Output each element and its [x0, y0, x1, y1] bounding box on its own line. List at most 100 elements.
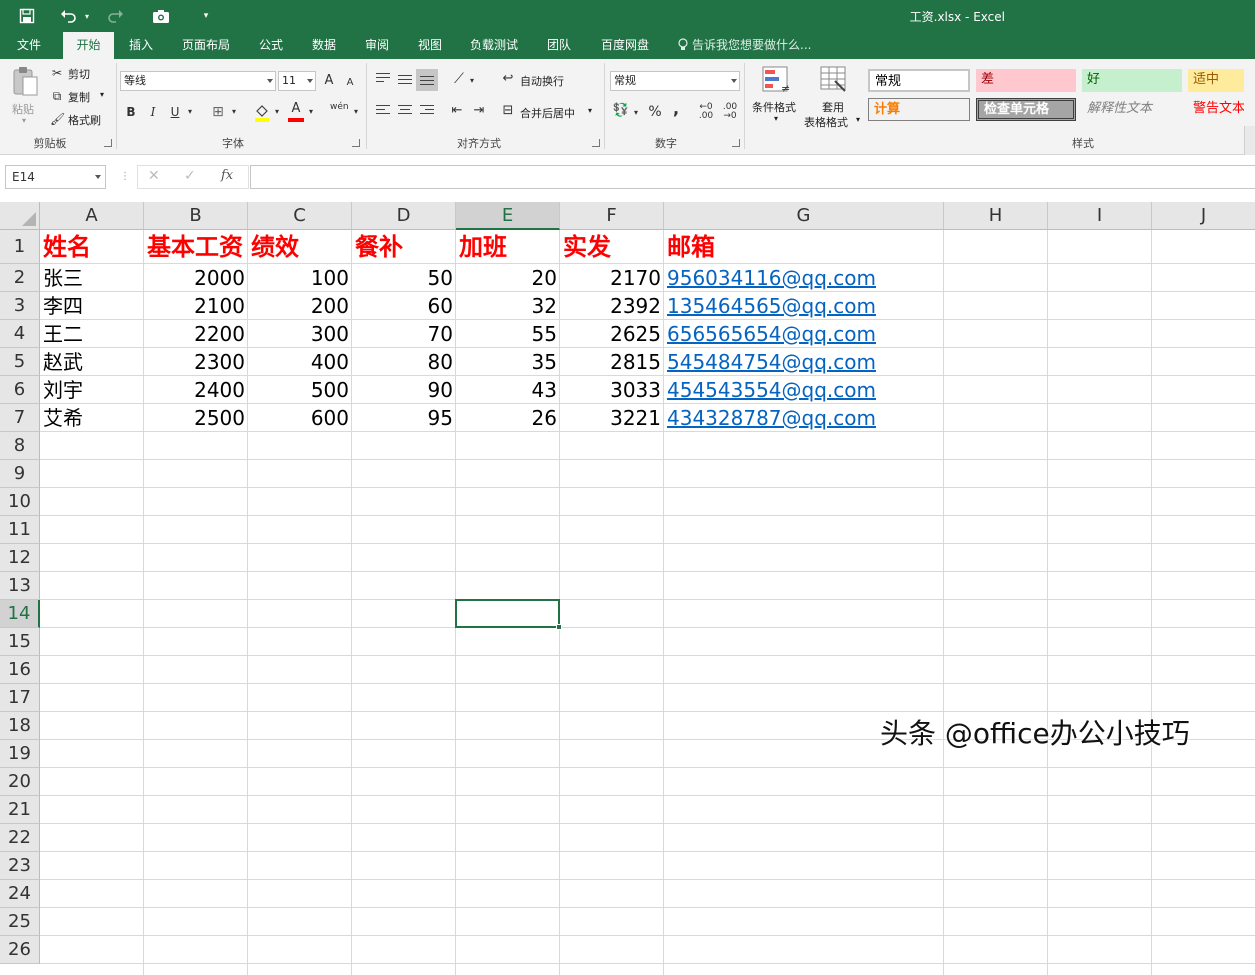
cell-ot[interactable]: 55 — [456, 320, 560, 348]
cell-header-2[interactable]: 绩效 — [248, 230, 302, 264]
row-header-15[interactable]: 15 — [0, 628, 40, 656]
cell-perf[interactable]: 300 — [248, 320, 352, 348]
cell-perf[interactable]: 100 — [248, 264, 352, 292]
row-header-24[interactable]: 24 — [0, 880, 40, 908]
column-header-d[interactable]: D — [352, 202, 456, 230]
phonetic-dropdown-icon[interactable]: ▾ — [352, 104, 360, 120]
row-header-21[interactable]: 21 — [0, 796, 40, 824]
cell-header-3[interactable]: 餐补 — [352, 230, 406, 264]
row-header-16[interactable]: 16 — [0, 656, 40, 684]
tab-page-layout[interactable]: 页面布局 — [174, 32, 238, 59]
merge-center-button[interactable]: ⊟ 合并后居中 ▾ — [500, 103, 598, 121]
number-launcher-icon[interactable] — [732, 139, 740, 147]
orientation-dropdown-icon[interactable]: ▾ — [468, 73, 476, 89]
cell-ot[interactable]: 43 — [456, 376, 560, 404]
cell-base[interactable]: 2400 — [144, 376, 248, 404]
cell-ot[interactable]: 35 — [456, 348, 560, 376]
row-header-9[interactable]: 9 — [0, 460, 40, 488]
cell-header-0[interactable]: 姓名 — [40, 230, 94, 264]
enter-icon[interactable]: ✓ — [184, 168, 196, 184]
column-header-h[interactable]: H — [944, 202, 1048, 230]
increase-indent-icon[interactable]: ⇥ — [470, 103, 488, 119]
cell-net[interactable]: 2170 — [560, 264, 664, 292]
row-header-20[interactable]: 20 — [0, 768, 40, 796]
decrease-indent-icon[interactable]: ⇤ — [448, 103, 466, 119]
wrap-text-button[interactable]: ↩ 自动换行 — [500, 71, 574, 89]
cell-meal[interactable]: 95 — [352, 404, 456, 432]
align-top-icon[interactable] — [376, 73, 390, 85]
row-header-3[interactable]: 3 — [0, 292, 40, 320]
tell-me-box[interactable]: 告诉我您想要做什么... — [678, 32, 811, 59]
row-header-10[interactable]: 10 — [0, 488, 40, 516]
worksheet-grid[interactable]: A B C D E F G H I J 1 2 3 4 5 6 7 8 9 10 11 12 13 14 15 16 17 18 19 2… — [0, 202, 1255, 975]
row-header-22[interactable]: 22 — [0, 824, 40, 852]
row-header-25[interactable]: 25 — [0, 908, 40, 936]
style-explanatory[interactable]: 解释性文本 — [1082, 98, 1182, 121]
row-header-11[interactable]: 11 — [0, 516, 40, 544]
column-header-b[interactable]: B — [144, 202, 248, 230]
borders-dropdown-icon[interactable]: ▾ — [230, 104, 238, 120]
alignment-launcher-icon[interactable] — [592, 139, 600, 147]
row-header-23[interactable]: 23 — [0, 852, 40, 880]
column-header-j[interactable]: J — [1152, 202, 1255, 230]
tab-view[interactable]: 视图 — [409, 32, 451, 59]
underline-button[interactable]: U — [168, 104, 182, 120]
cell-net[interactable]: 3221 — [560, 404, 664, 432]
insert-function-icon[interactable]: fx — [221, 168, 233, 183]
percent-button[interactable]: % — [646, 104, 664, 120]
increase-decimal-icon[interactable]: ←0.00 — [696, 103, 716, 121]
formula-input[interactable] — [250, 165, 1255, 189]
column-header-c[interactable]: C — [248, 202, 352, 230]
row-header-8[interactable]: 8 — [0, 432, 40, 460]
phonetic-button[interactable]: wén — [330, 102, 349, 112]
cell-name[interactable]: 王二 — [40, 320, 86, 348]
cell-email[interactable]: 434328787@qq.com — [664, 404, 879, 432]
font-size-combo[interactable]: 11 — [278, 71, 316, 91]
column-header-f[interactable]: F — [560, 202, 664, 230]
style-bad[interactable]: 差 — [976, 69, 1076, 92]
column-header-i[interactable]: I — [1048, 202, 1152, 230]
align-middle-icon[interactable] — [398, 75, 412, 87]
cell-name[interactable]: 艾希 — [40, 404, 86, 432]
column-header-a[interactable]: A — [40, 202, 144, 230]
column-header-g[interactable]: G — [664, 202, 944, 230]
orientation-icon[interactable]: ⟋ — [450, 71, 468, 87]
underline-dropdown-icon[interactable]: ▾ — [186, 104, 194, 120]
cell-base[interactable]: 2500 — [144, 404, 248, 432]
cell-name[interactable]: 李四 — [40, 292, 86, 320]
font-name-combo[interactable]: 等线 — [120, 71, 276, 91]
align-bottom-button[interactable] — [416, 69, 438, 91]
cell-ot[interactable]: 26 — [456, 404, 560, 432]
fill-color-dropdown-icon[interactable]: ▾ — [273, 104, 281, 120]
cell-ot[interactable]: 32 — [456, 292, 560, 320]
style-good[interactable]: 好 — [1082, 69, 1182, 92]
style-normal[interactable]: 常规 — [868, 69, 970, 92]
active-cell-selection[interactable] — [455, 599, 562, 630]
fill-handle[interactable] — [556, 624, 562, 630]
row-header-13[interactable]: 13 — [0, 572, 40, 600]
style-check-cell[interactable]: 检查单元格 — [976, 98, 1076, 121]
shrink-font-button[interactable]: A — [344, 75, 356, 91]
cell-email[interactable]: 656565654@qq.com — [664, 320, 879, 348]
cell-meal[interactable]: 80 — [352, 348, 456, 376]
accounting-format-icon[interactable]: 💱 — [612, 103, 630, 119]
row-header-7[interactable]: 7 — [0, 404, 40, 432]
tab-load-test[interactable]: 负载测试 — [462, 32, 526, 59]
fill-color-button[interactable] — [254, 103, 272, 123]
cell-header-6[interactable]: 邮箱 — [664, 230, 718, 264]
tab-team[interactable]: 团队 — [538, 32, 580, 59]
comma-button[interactable]: , — [670, 101, 682, 117]
row-header-17[interactable]: 17 — [0, 684, 40, 712]
cancel-icon[interactable]: ✕ — [148, 168, 160, 184]
tab-formulas[interactable]: 公式 — [250, 32, 292, 59]
paste-button[interactable]: 粘贴 ▾ — [8, 63, 44, 127]
cell-ot[interactable]: 20 — [456, 264, 560, 292]
cell-name[interactable]: 刘宇 — [40, 376, 86, 404]
cell-meal[interactable]: 70 — [352, 320, 456, 348]
cell-email[interactable]: 135464565@qq.com — [664, 292, 879, 320]
cell-perf[interactable]: 200 — [248, 292, 352, 320]
clipboard-launcher-icon[interactable] — [104, 139, 112, 147]
row-header-18[interactable]: 18 — [0, 712, 40, 740]
cell-name[interactable]: 赵武 — [40, 348, 86, 376]
conditional-formatting-button[interactable]: ≠ 条件格式 ▾ — [750, 65, 802, 131]
